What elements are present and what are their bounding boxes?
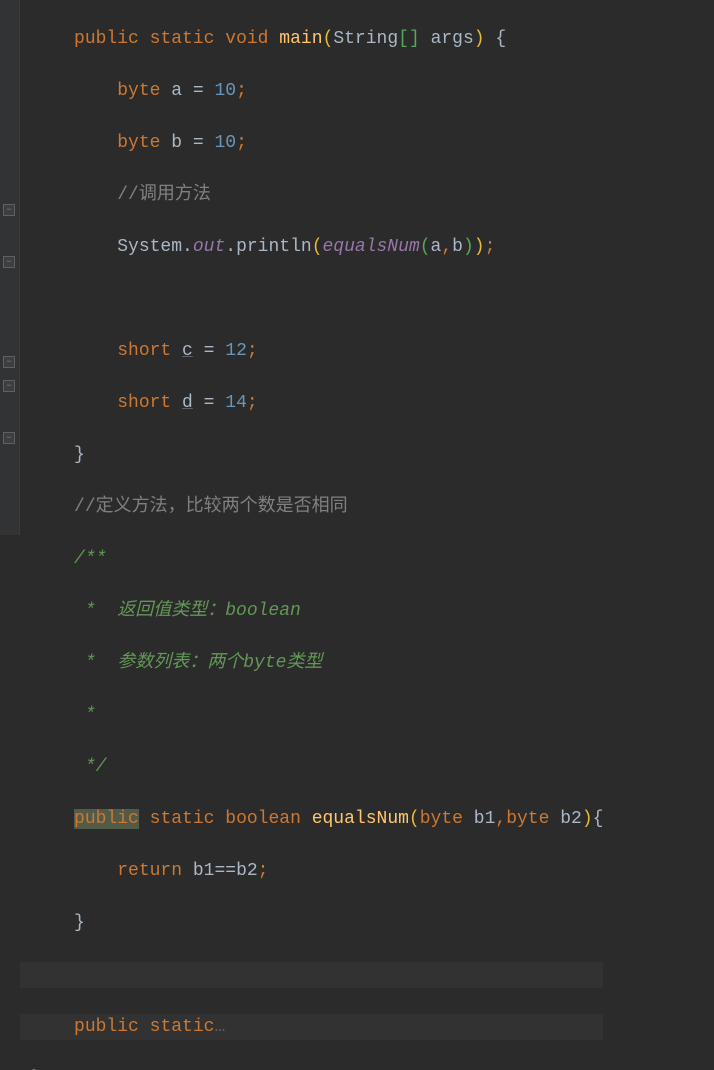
type: String (333, 29, 398, 49)
comment: //调用方法 (117, 185, 211, 205)
brace: } (31, 1069, 42, 1070)
number: 10 (215, 81, 237, 101)
semicolon: ; (258, 861, 269, 881)
expr: b1 (193, 861, 215, 881)
keyword: static (150, 809, 215, 829)
method-call: println (236, 237, 312, 257)
type: short (117, 341, 171, 361)
code-line[interactable]: } (20, 442, 603, 468)
variable: a (171, 81, 182, 101)
arg: b (452, 237, 463, 257)
field: out (193, 237, 225, 257)
fold-marker-icon[interactable]: − (3, 432, 15, 444)
semicolon: ; (485, 237, 496, 257)
operator: == (214, 861, 236, 881)
type: short (117, 393, 171, 413)
keyword: public (74, 1017, 139, 1037)
class-ref: System (117, 237, 182, 257)
code-line[interactable]: //调用方法 (20, 182, 603, 208)
variable: b (171, 133, 182, 153)
javadoc: */ (74, 757, 106, 777)
number: 10 (215, 133, 237, 153)
keyword: return (117, 861, 182, 881)
code-line[interactable]: */ (20, 754, 603, 780)
javadoc: /** (74, 549, 106, 569)
type: byte (117, 81, 160, 101)
operator: = (204, 393, 215, 413)
code-line[interactable] (20, 962, 603, 988)
code-line[interactable]: } (20, 1066, 603, 1070)
variable: c (182, 341, 193, 361)
javadoc: * 参数列表：两个byte类型 (74, 653, 322, 673)
gutter: − − − − − (0, 0, 20, 535)
operator: = (193, 81, 204, 101)
code-line[interactable]: byte b = 10; (20, 130, 603, 156)
semicolon: ; (247, 341, 258, 361)
fold-marker-icon[interactable]: − (3, 356, 15, 368)
semicolon: ; (236, 81, 247, 101)
code-line[interactable]: //定义方法，比较两个数是否相同 (20, 494, 603, 520)
brackets: [] (398, 29, 420, 49)
fold-marker-icon[interactable]: − (3, 256, 15, 268)
method-call: equalsNum (323, 237, 420, 257)
number: 12 (225, 341, 247, 361)
keyword: boolean (225, 809, 301, 829)
fold-marker-icon[interactable]: − (3, 204, 15, 216)
keyword: static (150, 29, 215, 49)
cursor-indicator-icon: … (214, 1017, 225, 1037)
expr: b2 (236, 861, 258, 881)
param: b2 (560, 809, 582, 829)
javadoc: * (74, 705, 96, 725)
semicolon: ; (247, 393, 258, 413)
brace: } (74, 913, 85, 933)
keyword: void (225, 29, 268, 49)
number: 14 (225, 393, 247, 413)
keyword: public (74, 809, 139, 829)
type: byte (420, 809, 463, 829)
code-line[interactable]: public static… (20, 1014, 603, 1040)
method-name: equalsNum (312, 809, 409, 829)
arg: a (431, 237, 442, 257)
code-editor[interactable]: public static void main(String[] args) {… (20, 0, 603, 1070)
code-line[interactable]: byte a = 10; (20, 78, 603, 104)
fold-marker-icon[interactable]: − (3, 380, 15, 392)
code-line[interactable]: * 返回值类型：boolean (20, 598, 603, 624)
code-line[interactable] (20, 286, 603, 312)
param: b1 (474, 809, 496, 829)
operator: = (193, 133, 204, 153)
code-line[interactable]: return b1==b2; (20, 858, 603, 884)
type: byte (506, 809, 549, 829)
code-line[interactable]: /** (20, 546, 603, 572)
type: byte (117, 133, 160, 153)
semicolon: ; (236, 133, 247, 153)
code-line[interactable]: public static boolean equalsNum(byte b1,… (20, 806, 603, 832)
comment: //定义方法，比较两个数是否相同 (74, 497, 348, 517)
param: args (431, 29, 474, 49)
method-name: main (279, 29, 322, 49)
javadoc: * 返回值类型：boolean (74, 601, 301, 621)
code-line[interactable]: short c = 12; (20, 338, 603, 364)
code-line[interactable]: } (20, 910, 603, 936)
code-line[interactable]: short d = 14; (20, 390, 603, 416)
code-line[interactable]: System.out.println(equalsNum(a,b)); (20, 234, 603, 260)
code-line[interactable]: public static void main(String[] args) { (20, 26, 603, 52)
keyword: public (74, 29, 139, 49)
code-line[interactable]: * 参数列表：两个byte类型 (20, 650, 603, 676)
operator: = (204, 341, 215, 361)
brace: } (74, 445, 85, 465)
variable: d (182, 393, 193, 413)
code-line[interactable]: * (20, 702, 603, 728)
keyword: static (150, 1017, 215, 1037)
